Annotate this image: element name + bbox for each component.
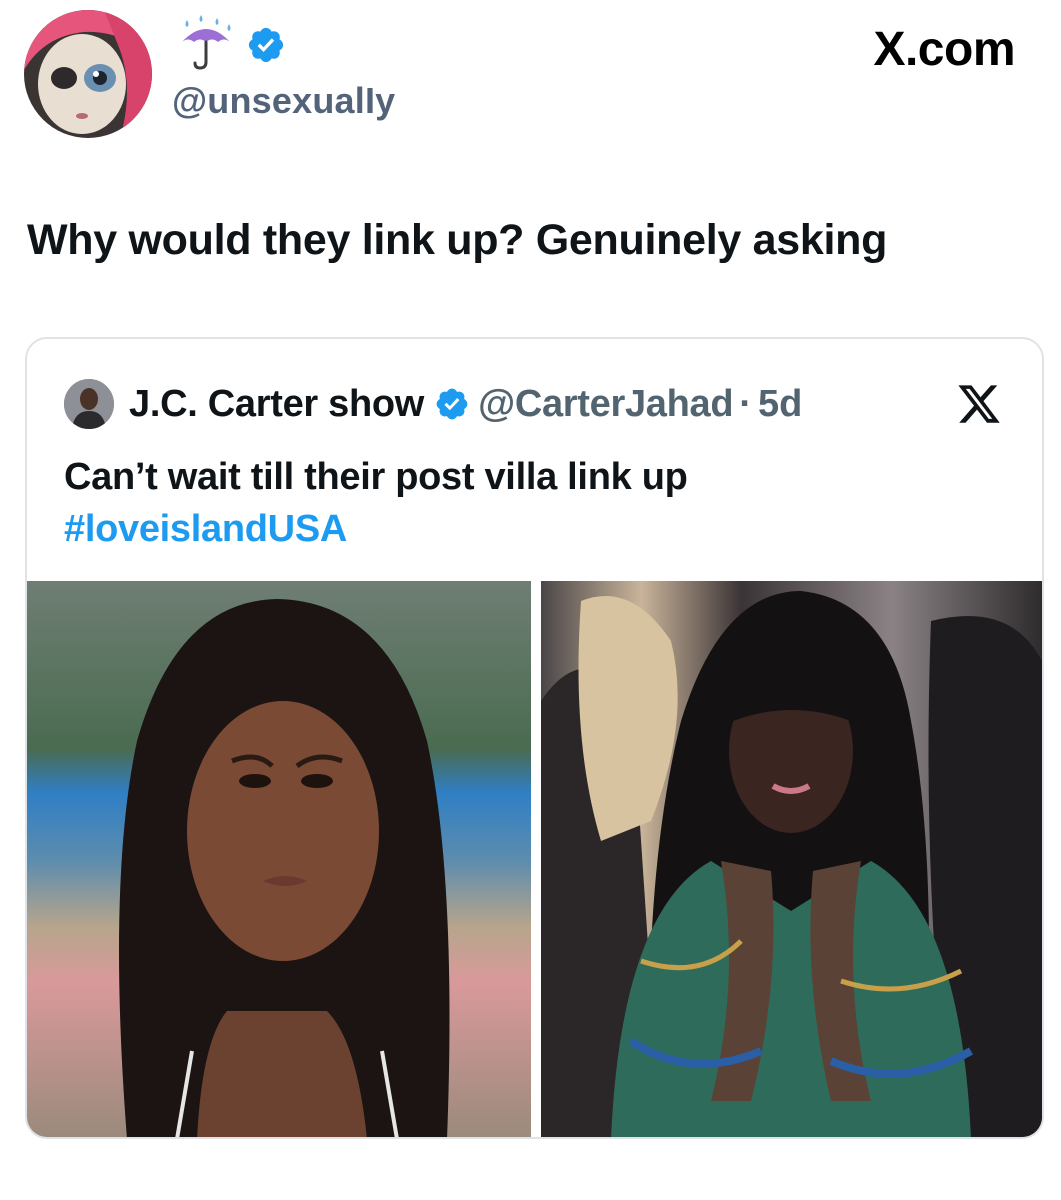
quoted-timestamp[interactable]: 5d — [758, 383, 802, 426]
photo-right[interactable] — [541, 581, 1042, 1137]
verified-badge-icon — [248, 27, 284, 63]
media-grid — [27, 581, 1042, 1137]
quoted-text: Can’t wait till their post villa link up… — [64, 451, 688, 555]
quoted-handle[interactable]: @CarterJahad — [478, 383, 734, 426]
quoted-body: Can’t wait till their post villa link up — [64, 456, 688, 498]
quoted-tweet-card[interactable]: J.C. Carter show @CarterJahad · 5d Can’t… — [25, 337, 1044, 1139]
verified-badge-icon — [436, 388, 468, 420]
separator-dot: · — [739, 382, 752, 425]
x-logo-icon — [958, 385, 1000, 423]
brand-watermark: X.com — [873, 23, 1015, 76]
quoted-name[interactable]: J.C. Carter show — [129, 383, 424, 426]
tweet-text: Why would they link up? Genuinely asking — [27, 216, 888, 264]
hashtag-link[interactable]: #loveislandUSA — [64, 503, 688, 555]
quoted-avatar[interactable] — [64, 379, 114, 429]
avatar[interactable] — [24, 10, 152, 138]
umbrella-with-rain-icon — [182, 15, 231, 70]
quoted-header: J.C. Carter show @CarterJahad · 5d — [129, 379, 802, 429]
author-handle[interactable]: @unsexualIy — [172, 80, 395, 122]
photo-left[interactable] — [27, 581, 531, 1137]
